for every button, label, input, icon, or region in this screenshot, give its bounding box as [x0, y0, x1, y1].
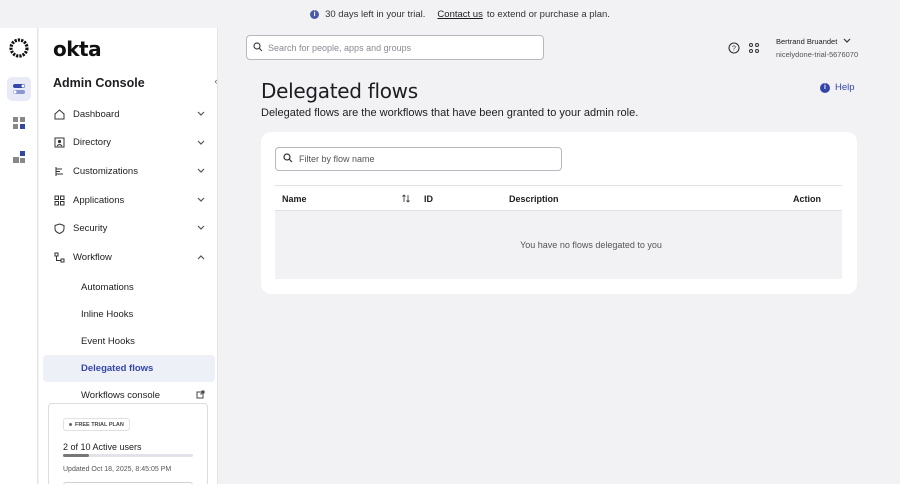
trial-suffix: to extend or purchase a plan.	[486, 8, 610, 20]
chevron-down-icon	[843, 37, 851, 46]
column-header-name[interactable]: Name	[282, 194, 307, 204]
page-title: Delegated flows	[261, 79, 418, 103]
column-header-action: Action	[793, 194, 821, 204]
chevron-down-icon	[197, 109, 205, 120]
svg-text:?: ?	[732, 46, 736, 53]
active-users-count: 2 of 10 Active users	[63, 442, 142, 452]
users-progress-bar	[63, 454, 193, 457]
apps-grid-icon[interactable]	[7, 111, 31, 135]
search-input[interactable]	[268, 42, 528, 53]
filter-input[interactable]	[299, 154, 549, 164]
user-org: nicelydone-trial-5676070	[776, 50, 859, 59]
sidebar-item-label: Dashboard	[73, 108, 120, 120]
sidebar: okta Admin Console ‹ Dashboard Directory…	[39, 28, 218, 484]
sidebar-item-label: Security	[73, 223, 108, 235]
chevron-up-icon	[197, 252, 205, 263]
sidebar-item-security[interactable]: Security	[43, 214, 215, 243]
plan-updated-time: Updated Oct 18, 2025, 8:45:05 PM	[63, 466, 172, 473]
sidebar-subitem-delegated-flows[interactable]: Delegated flows	[43, 354, 215, 382]
app-rail	[0, 28, 38, 484]
apps-icon	[53, 194, 65, 206]
column-header-id: ID	[424, 194, 433, 204]
help-label: Help	[835, 82, 855, 93]
table-empty-state: You have no flows delegated to you	[275, 211, 842, 279]
plan-badge-label: FREE TRIAL PLAN	[75, 421, 124, 428]
search-icon	[283, 150, 293, 168]
sidebar-subitem-label: Delegated flows	[81, 362, 154, 374]
sort-icon[interactable]	[402, 194, 410, 205]
sidebar-item-dashboard[interactable]: Dashboard	[43, 100, 215, 129]
sidebar-subitem-event-hooks[interactable]: Event Hooks	[43, 328, 215, 355]
sidebar-item-customizations[interactable]: Customizations	[43, 157, 215, 186]
sidebar-nav: Dashboard Directory Customizations Appli…	[43, 100, 215, 409]
shield-icon	[53, 223, 65, 235]
chevron-down-icon	[197, 223, 205, 234]
app-switcher-icon[interactable]	[7, 145, 31, 169]
sidebar-subitem-label: Inline Hooks	[81, 308, 134, 320]
search-icon	[253, 39, 263, 57]
info-icon: i	[820, 82, 830, 93]
collapse-sidebar-icon[interactable]: ‹	[209, 74, 217, 88]
console-title: Admin Console	[53, 76, 145, 90]
chevron-down-icon	[197, 195, 205, 206]
plan-card: FREE TRIAL PLAN 2 of 10 Active users Upd…	[48, 403, 208, 484]
sidebar-item-label: Customizations	[73, 165, 138, 177]
chevron-down-icon	[197, 138, 205, 149]
user-menu[interactable]: Bertrand Bruandet nicelydone-trial-56760…	[776, 37, 858, 59]
okta-logo-icon[interactable]	[9, 38, 29, 58]
sidebar-subitem-automations[interactable]: Automations	[43, 274, 215, 301]
sidebar-subitem-label: Event Hooks	[81, 335, 135, 347]
contact-us-link[interactable]: Contact us	[437, 9, 482, 20]
column-header-description: Description	[509, 194, 559, 204]
sidebar-subitem-label: Workflows console	[81, 389, 161, 401]
apps-launcher-icon[interactable]	[747, 41, 761, 55]
help-circle-icon[interactable]: ?	[727, 41, 741, 55]
home-icon	[53, 108, 65, 120]
global-search[interactable]	[246, 35, 544, 60]
workflow-toggle-icon[interactable]	[7, 77, 31, 101]
sidebar-item-label: Applications	[73, 194, 125, 206]
plan-badge: FREE TRIAL PLAN	[63, 418, 130, 431]
okta-wordmark: okta	[53, 37, 102, 61]
help-link[interactable]: i Help	[820, 82, 855, 93]
sidebar-subitem-label: Automations	[81, 281, 134, 293]
sidebar-item-applications[interactable]: Applications	[43, 186, 215, 215]
sidebar-item-workflow[interactable]: Workflow	[43, 243, 215, 272]
flow-icon	[53, 251, 65, 263]
user-name-row: Bertrand Bruandet	[776, 37, 858, 46]
external-link-icon	[196, 390, 205, 402]
sidebar-item-label: Workflow	[73, 251, 112, 263]
trial-banner: i 30 days left in your trial. Contact us…	[0, 0, 900, 28]
trial-text: 30 days left in your trial.	[325, 8, 426, 20]
table-header: Name ID Description Action	[275, 185, 842, 211]
info-icon: i	[310, 9, 320, 19]
brush-icon	[53, 165, 65, 177]
flows-card: Name ID Description Action You have no f…	[261, 132, 857, 294]
page-subtitle: Delegated flows are the workflows that h…	[261, 107, 639, 119]
flow-filter[interactable]	[275, 147, 562, 171]
chevron-down-icon	[197, 166, 205, 177]
sidebar-item-directory[interactable]: Directory	[43, 129, 215, 158]
users-progress-fill	[63, 454, 89, 457]
sidebar-subitem-inline-hooks[interactable]: Inline Hooks	[43, 301, 215, 328]
sidebar-item-label: Directory	[73, 137, 112, 149]
person-icon	[53, 137, 65, 149]
user-name: Bertrand Bruandet	[776, 37, 838, 46]
empty-message: You have no flows delegated to you	[520, 240, 662, 250]
badge-dot-icon	[69, 423, 72, 426]
